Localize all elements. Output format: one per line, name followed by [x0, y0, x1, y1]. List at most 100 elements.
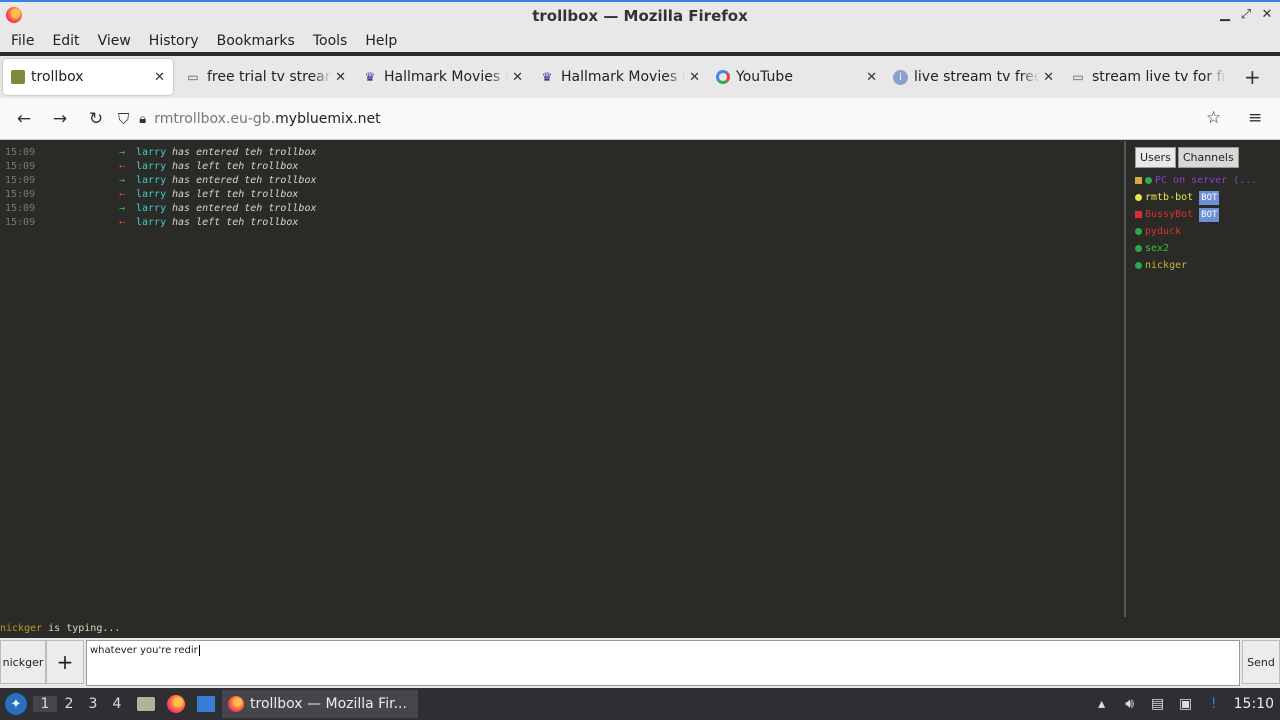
tab-close-icon[interactable]: ✕	[866, 70, 877, 85]
lock-icon[interactable]: 🔒︎	[139, 112, 146, 127]
tab-close-icon[interactable]: ✕	[689, 70, 700, 85]
back-icon[interactable]: ←	[6, 109, 42, 129]
status-dot	[1135, 228, 1142, 235]
join-arrow-icon: →	[119, 147, 126, 158]
trollbox-page: 15:09 → larry has entered teh trollbox 1…	[0, 141, 1280, 688]
tab-strip: trollbox ✕ ▭ free trial tv streaming ✕ ♛…	[0, 56, 1280, 98]
volume-icon[interactable]: 🔊︎	[1116, 696, 1144, 712]
chat-message: 15:09 → larry has entered teh trollbox	[5, 147, 317, 158]
add-button[interactable]: +	[46, 640, 84, 684]
chat-message: 15:09 → larry has entered teh trollbox	[5, 175, 317, 186]
tab-live-stream[interactable]: i live stream tv free ✕	[885, 59, 1062, 95]
bookmark-star-icon[interactable]: ☆	[1206, 108, 1221, 128]
start-menu-icon[interactable]: ✦	[5, 693, 27, 715]
close-icon[interactable]: ✕	[1259, 7, 1275, 22]
tab-label: Hallmark Movies Now	[561, 69, 685, 85]
window-titlebar: trollbox — Mozilla Firefox ▁ ⤢ ✕	[0, 0, 1280, 30]
menu-history[interactable]: History	[140, 33, 208, 49]
new-tab-button[interactable]: +	[1244, 65, 1261, 89]
user-list-item[interactable]: rmtb-bot BOT	[1135, 189, 1275, 206]
message-input[interactable]: whatever you're redir	[86, 640, 1240, 686]
chat-message: 15:09 → larry has entered teh trollbox	[5, 203, 317, 214]
terminal-icon[interactable]	[193, 693, 219, 715]
tab-stream-live[interactable]: ▭ stream live tv for free	[1062, 59, 1234, 95]
maximize-icon[interactable]: ⤢	[1238, 7, 1254, 22]
minimize-icon[interactable]: ▁	[1217, 7, 1233, 22]
taskbar-firefox-window[interactable]: trollbox — Mozilla Fir...	[222, 690, 418, 718]
status-dot	[1135, 245, 1142, 252]
tab-label: YouTube	[736, 69, 793, 85]
user-list-item[interactable]: PC on server (...	[1135, 172, 1275, 189]
chat-message: 15:09 ← larry has left teh trollbox	[5, 217, 299, 228]
chat-username[interactable]: larry	[136, 161, 166, 172]
chat-username[interactable]: larry	[136, 217, 166, 228]
send-button[interactable]: Send	[1242, 640, 1280, 684]
chat-input-row: nickger + whatever you're redir Send	[0, 638, 1280, 688]
page-icon: ▭	[1072, 70, 1084, 84]
tab-free-trial[interactable]: ▭ free trial tv streaming ✕	[177, 59, 354, 95]
tab-hallmark-2[interactable]: ♛ Hallmark Movies Now ✕	[531, 59, 708, 95]
workspace-3[interactable]: 3	[81, 696, 105, 712]
user-list-item[interactable]: sex2	[1135, 240, 1275, 257]
url-bar[interactable]: ⛉ 🔒︎ rmtrollbox.eu-gb.mybluemix.net ☆	[118, 102, 1238, 136]
tray-arrow-icon[interactable]: ▴	[1088, 696, 1116, 712]
chat-message: 15:09 ← larry has left teh trollbox	[5, 189, 299, 200]
chat-username[interactable]: larry	[136, 175, 166, 186]
tab-close-icon[interactable]: ✕	[335, 70, 346, 85]
menu-bookmarks[interactable]: Bookmarks	[208, 33, 304, 49]
typing-indicator: nickger is typing...	[0, 623, 121, 634]
menu-view[interactable]: View	[89, 33, 140, 49]
home-icon	[1135, 177, 1142, 184]
reload-icon[interactable]: ↻	[78, 109, 114, 129]
menu-edit[interactable]: Edit	[43, 33, 88, 49]
tab-hallmark-1[interactable]: ♛ Hallmark Movies Now ✕	[354, 59, 531, 95]
user-list-item[interactable]: pyduck	[1135, 223, 1275, 240]
tab-close-icon[interactable]: ✕	[154, 70, 165, 85]
workspace-4[interactable]: 4	[105, 696, 129, 712]
notification-icon[interactable]: !	[1200, 696, 1228, 712]
taskbar: ✦ 1 2 3 4 trollbox — Mozilla Fir... ▴ 🔊︎…	[0, 688, 1280, 720]
sidebar-tabs: Users Channels	[1135, 147, 1275, 168]
user-sidebar: Users Channels PC on server (... rmtb-bo…	[1130, 141, 1280, 617]
nickname-button[interactable]: nickger	[0, 640, 46, 684]
hallmark-crown-icon: ♛	[364, 70, 376, 84]
workspace-2[interactable]: 2	[57, 696, 81, 712]
trollbox-favicon	[11, 70, 25, 84]
forward-icon[interactable]: →	[42, 109, 78, 129]
workspace-1[interactable]: 1	[33, 696, 57, 712]
tab-label: free trial tv streaming	[207, 69, 331, 85]
navigation-bar: ← → ↻ ⛉ 🔒︎ rmtrollbox.eu-gb.mybluemix.ne…	[0, 98, 1280, 140]
menu-file[interactable]: File	[2, 33, 43, 49]
chat-username[interactable]: larry	[136, 189, 166, 200]
bot-badge: BOT	[1199, 207, 1220, 222]
window-title: trollbox — Mozilla Firefox	[532, 7, 748, 25]
user-list-item[interactable]: BussyBot BOT	[1135, 206, 1275, 223]
tab-youtube[interactable]: YouTube ✕	[708, 59, 885, 95]
tab-users[interactable]: Users	[1135, 147, 1176, 168]
user-list-item[interactable]: nickger	[1135, 257, 1275, 274]
menu-tools[interactable]: Tools	[304, 33, 357, 49]
join-arrow-icon: →	[119, 203, 126, 214]
menu-bar: File Edit View History Bookmarks Tools H…	[0, 30, 1280, 52]
network-icon[interactable]: ▣	[1172, 696, 1200, 712]
chat-log[interactable]: 15:09 → larry has entered teh trollbox 1…	[0, 141, 1126, 617]
file-manager-icon[interactable]	[133, 693, 159, 715]
shield-icon[interactable]: ⛉	[118, 110, 129, 128]
firefox-launcher-icon[interactable]	[163, 693, 189, 715]
status-dot	[1135, 262, 1142, 269]
menu-help[interactable]: Help	[356, 33, 406, 49]
url-text[interactable]: rmtrollbox.eu-gb.mybluemix.net	[154, 111, 380, 127]
tab-label: stream live tv for free	[1092, 69, 1226, 85]
tab-label: Hallmark Movies Now	[384, 69, 508, 85]
google-icon	[716, 70, 730, 84]
clipboard-icon[interactable]: ▤	[1144, 696, 1172, 712]
tab-close-icon[interactable]: ✕	[1043, 70, 1054, 85]
app-menu-icon[interactable]: ≡	[1248, 108, 1262, 128]
tab-close-icon[interactable]: ✕	[512, 70, 523, 85]
tab-trollbox[interactable]: trollbox ✕	[3, 59, 173, 95]
clock: 15:10	[1233, 696, 1274, 712]
chat-username[interactable]: larry	[136, 147, 166, 158]
tab-channels[interactable]: Channels	[1177, 147, 1239, 168]
chat-username[interactable]: larry	[136, 203, 166, 214]
firefox-icon	[228, 696, 244, 712]
